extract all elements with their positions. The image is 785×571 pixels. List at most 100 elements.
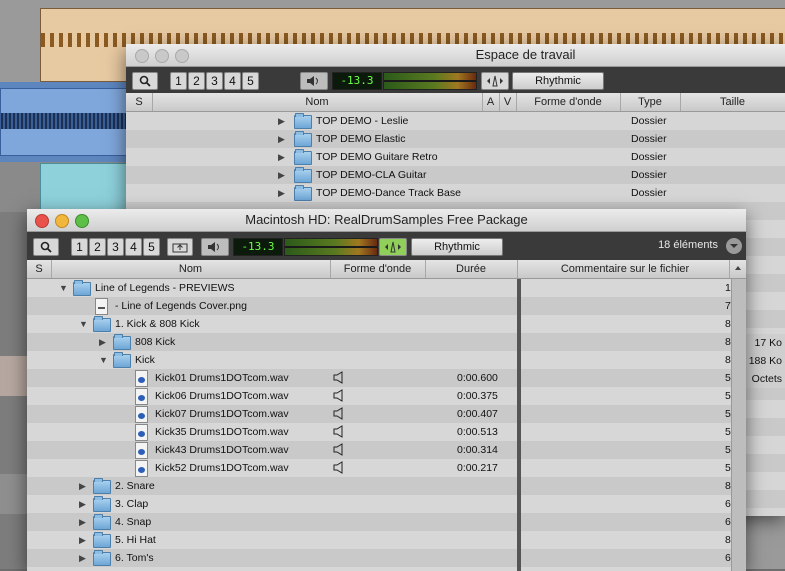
disclosure-triangle-icon[interactable]: ▼ (79, 315, 88, 333)
column-size[interactable]: Taille (680, 93, 785, 111)
search-button[interactable] (33, 238, 59, 256)
list-item[interactable]: Kick07 Drums1DOTcom.wav 0:00.407 5 (27, 405, 746, 423)
column-waveform[interactable]: Forme d'onde (330, 260, 426, 278)
audio-clip-blue[interactable] (0, 88, 132, 156)
list-item[interactable]: Kick43 Drums1DOTcom.wav 0:00.314 5 (27, 441, 746, 459)
search-button[interactable] (132, 72, 158, 90)
preset-5-button[interactable]: 5 (143, 238, 160, 256)
zoom-icon[interactable] (175, 49, 189, 63)
workspace-titlebar[interactable]: Espace de travail (126, 44, 785, 67)
list-item[interactable]: ▼ Kick 8 (27, 351, 746, 369)
column-duration[interactable]: Durée (425, 260, 518, 278)
window-title: Macintosh HD: RealDrumSamples Free Packa… (245, 212, 528, 227)
preset-1-button[interactable]: 1 (71, 238, 88, 256)
preset-3-button[interactable]: 3 (107, 238, 124, 256)
speaker-icon (208, 242, 219, 252)
disclosure-triangle-icon[interactable]: ▶ (79, 531, 86, 549)
truncated-value: 6 (725, 498, 731, 510)
minimize-icon[interactable] (55, 214, 69, 228)
list-item[interactable]: ▶ TOP DEMO - Leslie Dossier (126, 112, 785, 130)
column-name[interactable]: Nom (51, 260, 331, 278)
disclosure-triangle-icon[interactable]: ▶ (99, 333, 106, 351)
folder-up-icon (172, 243, 188, 253)
preset-5-button[interactable]: 5 (242, 72, 259, 90)
speaker-icon[interactable] (333, 443, 343, 456)
rhythmic-selector[interactable]: Rhythmic (411, 238, 503, 256)
list-item[interactable]: ▶ 5. Hi Hat 8 (27, 531, 746, 549)
metronome-button[interactable] (379, 238, 407, 256)
disclosure-triangle-icon[interactable]: ▶ (278, 130, 285, 148)
list-item[interactable]: ▶ TOP DEMO-Dance Track Base Dossier (126, 184, 785, 202)
disclosure-triangle-icon[interactable]: ▶ (278, 184, 285, 202)
column-splitter[interactable] (517, 279, 521, 571)
disclosure-triangle-icon[interactable]: ▶ (278, 112, 285, 130)
speaker-icon[interactable] (333, 371, 343, 384)
preset-1-button[interactable]: 1 (170, 72, 187, 90)
folder-icon (113, 334, 131, 350)
volume-readout: -13.3 (233, 238, 283, 256)
disclosure-triangle-icon[interactable]: ▶ (79, 513, 86, 531)
speaker-icon[interactable] (333, 425, 343, 438)
minimize-icon[interactable] (155, 49, 169, 63)
list-item[interactable]: ▶ 4. Snap 6 (27, 513, 746, 531)
preview-volume-button[interactable] (201, 238, 229, 256)
preset-2-button[interactable]: 2 (188, 72, 205, 90)
column-waveform[interactable]: Forme d'onde (516, 93, 621, 111)
list-item[interactable]: Kick01 Drums1DOTcom.wav 0:00.600 5 (27, 369, 746, 387)
preset-3-button[interactable]: 3 (206, 72, 223, 90)
column-name[interactable]: Nom (152, 93, 483, 111)
browser-titlebar[interactable]: Macintosh HD: RealDrumSamples Free Packa… (27, 209, 746, 232)
file-type: Dossier (631, 169, 667, 181)
close-icon[interactable] (135, 49, 149, 63)
disclosure-triangle-icon[interactable]: ▶ (79, 477, 86, 495)
list-item[interactable]: ▶ TOP DEMO-CLA Guitar Dossier (126, 166, 785, 184)
preview-volume-button[interactable] (300, 72, 328, 90)
file-name: 6. Tom's (115, 552, 154, 564)
list-item[interactable]: ▶ 6. Tom's 6 (27, 549, 746, 567)
zoom-icon[interactable] (75, 214, 89, 228)
options-menu-button[interactable] (726, 238, 742, 254)
workspace-column-header: S Nom A V Forme d'onde Type Taille (126, 93, 785, 112)
folder-icon (113, 352, 131, 368)
column-s[interactable]: S (27, 260, 52, 278)
close-icon[interactable] (35, 214, 49, 228)
item-count: 18 éléments (658, 239, 718, 251)
list-item[interactable]: Kick06 Drums1DOTcom.wav 0:00.375 5 (27, 387, 746, 405)
preset-2-button[interactable]: 2 (89, 238, 106, 256)
column-type[interactable]: Type (620, 93, 681, 111)
preset-4-button[interactable]: 4 (224, 72, 241, 90)
column-a[interactable]: A (482, 93, 500, 111)
column-comment[interactable]: Commentaire sur le fichier (521, 260, 730, 278)
list-item[interactable]: ▼ 1. Kick & 808 Kick 8 (27, 315, 746, 333)
metronome-button[interactable] (481, 72, 509, 90)
speaker-icon[interactable] (333, 389, 343, 402)
folder-icon (294, 185, 312, 201)
disclosure-triangle-icon[interactable]: ▶ (79, 495, 86, 513)
speaker-icon[interactable] (333, 407, 343, 420)
disclosure-triangle-icon[interactable]: ▶ (79, 549, 86, 567)
disclosure-triangle-icon[interactable]: ▶ (278, 148, 285, 166)
up-folder-button[interactable] (167, 238, 193, 256)
speaker-icon[interactable] (333, 461, 343, 474)
disclosure-triangle-icon[interactable]: ▼ (59, 279, 68, 297)
list-item[interactable]: ▶ TOP DEMO Guitare Retro Dossier (126, 148, 785, 166)
column-s[interactable]: S (126, 93, 153, 111)
list-item[interactable]: Kick52 Drums1DOTcom.wav 0:00.217 5 (27, 459, 746, 477)
list-item[interactable]: ▶ 2. Snare 8 (27, 477, 746, 495)
file-name: 2. Snare (115, 480, 155, 492)
preset-4-button[interactable]: 4 (125, 238, 142, 256)
rhythmic-selector[interactable]: Rhythmic (512, 72, 604, 90)
scrollbar-track[interactable] (731, 279, 746, 571)
disclosure-triangle-icon[interactable]: ▶ (278, 166, 285, 184)
list-item[interactable]: Kick35 Drums1DOTcom.wav 0:00.513 5 (27, 423, 746, 441)
disclosure-triangle-icon[interactable]: ▼ (99, 351, 108, 369)
list-item[interactable]: ▶ TOP DEMO Elastic Dossier (126, 130, 785, 148)
list-item[interactable]: ▶ 3. Clap 6 (27, 495, 746, 513)
sort-indicator[interactable] (729, 260, 746, 278)
list-item[interactable]: - Line of Legends Cover.png 7 (27, 297, 746, 315)
column-v[interactable]: V (499, 93, 517, 111)
list-item[interactable]: ▶ 808 Kick 8 (27, 333, 746, 351)
list-item[interactable]: ▼ Line of Legends - PREVIEWS 1 (27, 279, 746, 297)
file-name: TOP DEMO-Dance Track Base (316, 187, 461, 199)
audio-clip-teal[interactable] (40, 163, 132, 213)
